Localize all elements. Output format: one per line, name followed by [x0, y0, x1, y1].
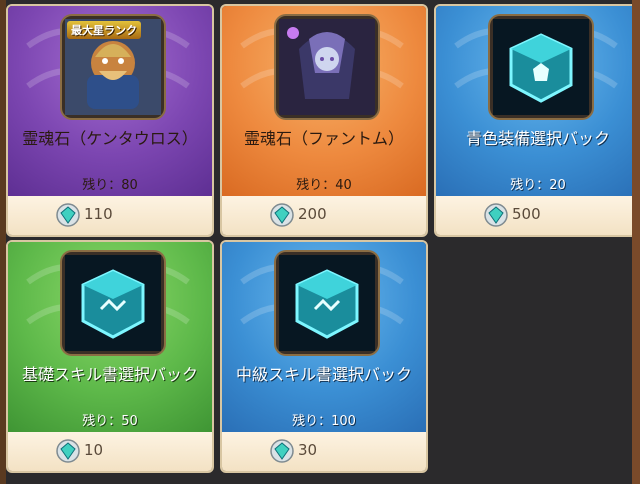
background-edge	[632, 0, 640, 484]
shop-item-card-blue-equipment[interactable]: 青色装備選択バック 残り：20 500	[434, 4, 640, 237]
item-name: 青色装備選択バック	[465, 129, 610, 148]
max-star-rank-badge: 最大星ランク	[67, 21, 141, 39]
gem-icon	[484, 203, 508, 227]
gem-icon	[56, 203, 80, 227]
item-name: 中級スキル書選択バック	[235, 365, 412, 384]
shop-item-card-intermediate-skill-book[interactable]: 中級スキル書選択バック 残り：100 30	[220, 240, 428, 473]
gem-icon	[270, 203, 294, 227]
item-price: 110	[84, 205, 113, 223]
item-remaining: 残り：40	[296, 178, 352, 193]
item-remaining: 残り：100	[292, 414, 356, 429]
shop-item-card-centaur[interactable]: 最大星ランク 霊魂石（ケンタウロス） 残り：80 110	[6, 4, 214, 237]
gem-icon	[270, 439, 294, 463]
skill-book-cube-icon	[62, 252, 164, 354]
item-price: 10	[84, 441, 104, 459]
item-name: 基礎スキル書選択バック	[21, 365, 198, 384]
phantom-hero-icon	[276, 16, 378, 118]
item-name: 霊魂石（ファントム）	[243, 129, 404, 148]
shop-item-card-phantom[interactable]: 霊魂石（ファントム） 残り：40 200	[220, 4, 428, 237]
item-price: 500	[512, 205, 541, 223]
item-name: 霊魂石（ケンタウロス）	[22, 129, 198, 148]
item-remaining: 残り：20	[510, 178, 566, 193]
item-remaining: 残り：80	[82, 178, 138, 193]
item-price: 200	[298, 205, 327, 223]
shop-item-card-basic-skill-book[interactable]: 基礎スキル書選択バック 残り：50 10	[6, 240, 214, 473]
skill-book-cube-icon	[276, 252, 378, 354]
item-remaining: 残り：50	[82, 414, 138, 429]
equipment-cube-icon	[490, 16, 592, 118]
item-price: 30	[298, 441, 318, 459]
centaur-hero-icon: 最大星ランク	[62, 16, 164, 118]
gem-icon	[56, 439, 80, 463]
